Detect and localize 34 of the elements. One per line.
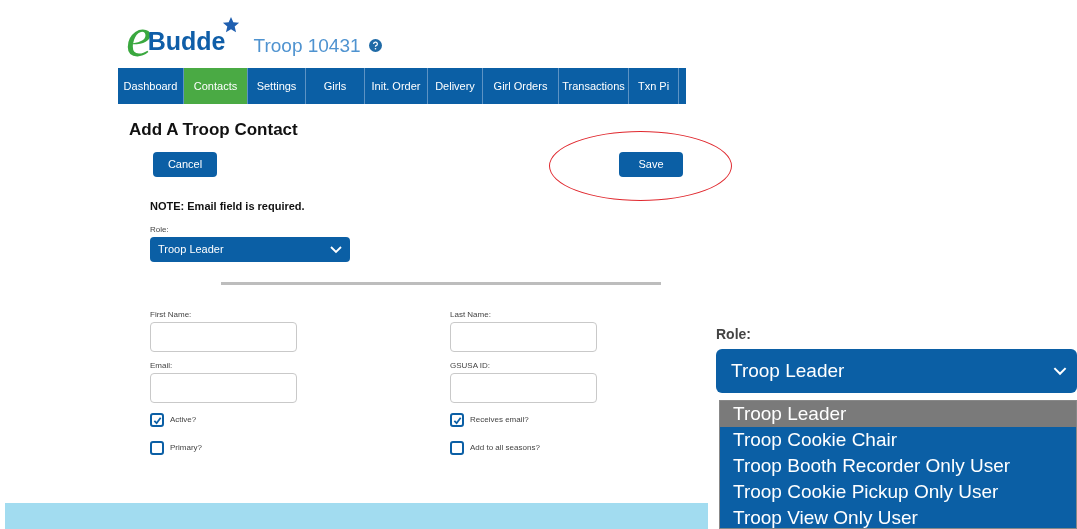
checkbox[interactable] [450,441,464,455]
dropdown-option[interactable]: Troop Leader [720,401,1076,427]
checkbox-label: Add to all seasons? [470,442,540,454]
help-icon[interactable] [368,39,382,53]
checkbox[interactable] [450,413,464,427]
input-field[interactable] [150,373,297,403]
dropdown-option[interactable]: Troop Booth Recorder Only User [720,453,1076,479]
field-label: Email: [150,360,173,372]
field-label: First Name: [150,309,192,321]
checkbox-label: Active? [170,414,197,426]
role-select[interactable]: Troop Leader [150,237,350,262]
field-label: GSUSA ID: [450,360,490,372]
chevron-down-icon [1053,366,1067,376]
save-button[interactable]: Save [619,152,683,177]
chevron-down-icon [330,245,342,254]
role-label: Role: [716,325,751,344]
role-label: Role: [150,224,169,236]
checkbox-label: Receives email? [470,414,529,426]
dropdown-option[interactable]: Troop View Only User [720,505,1076,528]
cancel-button[interactable]: Cancel [153,152,217,177]
input-field[interactable] [450,373,597,403]
troop-title: Troop 10431 [253,33,361,58]
checkbox[interactable] [150,441,164,455]
note-text: NOTE: Email field is required. [150,199,305,214]
dropdown-option[interactable]: Troop Cookie Chair [720,427,1076,453]
page-title: Add A Troop Contact [129,119,298,141]
input-field[interactable] [450,322,597,352]
dropdown-option[interactable]: Troop Cookie Pickup Only User [720,479,1076,505]
role-select[interactable]: Troop Leader [716,349,1077,393]
input-field[interactable] [150,322,297,352]
checkbox[interactable] [150,413,164,427]
checkbox-label: Primary? [170,442,202,454]
nav-tab[interactable]: Transactions [559,68,629,104]
field-label: Last Name: [450,309,491,321]
